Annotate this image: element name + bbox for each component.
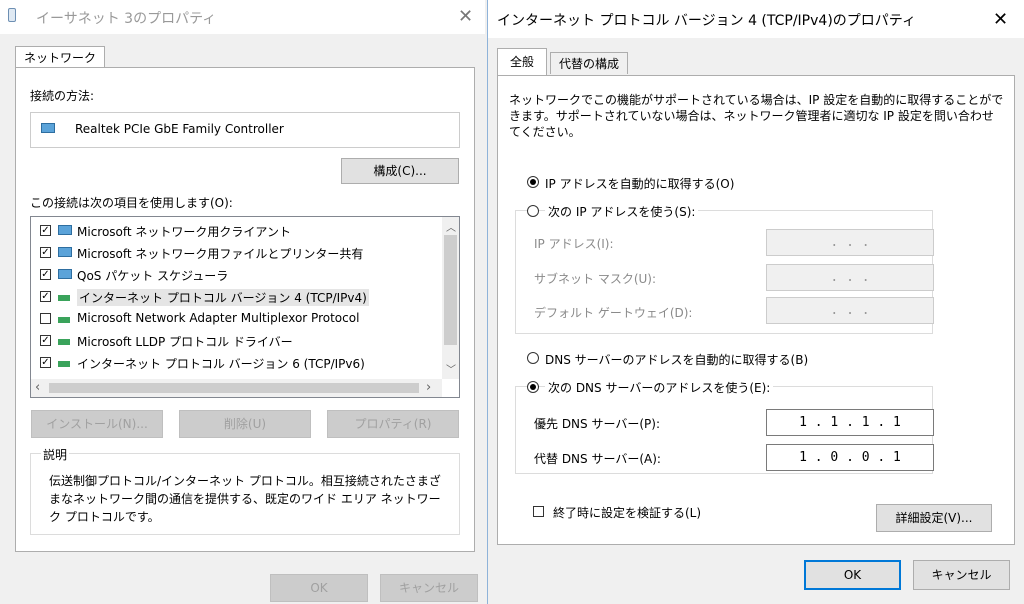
- close-icon[interactable]: ✕: [993, 9, 1008, 30]
- properties-button[interactable]: プロパティ(R): [327, 410, 459, 438]
- network-service-icon: [58, 247, 72, 257]
- configure-button[interactable]: 構成(C)...: [341, 158, 459, 184]
- list-item[interactable]: ✓ Microsoft LLDP プロトコル ドライバー: [31, 331, 436, 351]
- protocol-icon: [58, 339, 70, 345]
- h-scroll-thumb[interactable]: [49, 383, 419, 393]
- auto-dns-label[interactable]: DNS サーバーのアドレスを自動的に取得する(B): [545, 351, 808, 368]
- item-label: Microsoft ネットワーク用クライアント: [77, 225, 291, 239]
- install-button[interactable]: インストール(N)...: [31, 410, 163, 438]
- manual-ip-label[interactable]: 次の IP アドレスを使う(S):: [545, 203, 699, 220]
- protocol-icon: [58, 295, 70, 301]
- tab-alternate-config[interactable]: 代替の構成: [550, 52, 629, 74]
- tab-general[interactable]: 全般: [497, 48, 548, 76]
- description-label: 説明: [41, 446, 70, 463]
- window-title: イーサネット 3のプロパティ: [36, 11, 217, 27]
- list-item[interactable]: ✓ QoS パケット スケジューラ: [31, 265, 436, 285]
- preferred-dns-field[interactable]: 1 . 1 . 1 . 1: [766, 409, 934, 436]
- item-label: インターネット プロトコル バージョン 6 (TCP/IPv6): [77, 357, 365, 371]
- subnet-mask-label: サブネット マスク(U):: [534, 272, 657, 286]
- protocol-icon: [58, 361, 70, 367]
- ip-address-field[interactable]: . . .: [766, 229, 934, 256]
- general-panel: ネットワークでこの機能がサポートされている場合は、IP 設定を自動的に取得するこ…: [497, 75, 1015, 545]
- network-adapter-icon: [41, 123, 55, 133]
- connect-using-label: 接続の方法:: [30, 89, 95, 103]
- validate-label[interactable]: 終了時に設定を検証する(L): [553, 504, 701, 521]
- tab-network[interactable]: ネットワーク: [15, 46, 106, 68]
- item-label: Microsoft LLDP プロトコル ドライバー: [77, 335, 293, 349]
- item-label: Microsoft ネットワーク用ファイルとプリンター共有: [77, 247, 364, 261]
- subnet-mask-field[interactable]: . . .: [766, 264, 934, 291]
- ok-button[interactable]: OK: [270, 574, 368, 602]
- adapter-box: Realtek PCIe GbE Family Controller: [30, 112, 460, 148]
- item-checkbox[interactable]: [40, 313, 51, 324]
- preferred-dns-label: 優先 DNS サーバー(P):: [534, 417, 660, 431]
- item-label: QoS パケット スケジューラ: [77, 269, 229, 283]
- gateway-label: デフォルト ゲートウェイ(D):: [534, 306, 693, 320]
- item-checkbox[interactable]: ✓: [40, 247, 51, 258]
- window-title: インターネット プロトコル バージョン 4 (TCP/IPv4)のプロパティ: [497, 13, 916, 29]
- manual-dns-group: 次の DNS サーバーのアドレスを使う(E): 優先 DNS サーバー(P): …: [515, 379, 934, 474]
- item-label: インターネット プロトコル バージョン 4 (TCP/IPv4): [77, 289, 369, 306]
- ethernet-properties-dialog: イーサネット 3のプロパティ ✕ ネットワーク 接続の方法: Realtek P…: [0, 0, 485, 604]
- list-item[interactable]: Microsoft Network Adapter Multiplexor Pr…: [31, 309, 436, 329]
- vertical-scrollbar[interactable]: ︿ ﹀: [442, 217, 459, 379]
- list-item[interactable]: ✓ インターネット プロトコル バージョン 4 (TCP/IPv4): [31, 287, 436, 307]
- intro-text: ネットワークでこの機能がサポートされている場合は、IP 設定を自動的に取得するこ…: [509, 93, 1004, 139]
- tab-panel: 接続の方法: Realtek PCIe GbE Family Controlle…: [15, 67, 475, 552]
- auto-ip-radio[interactable]: [527, 176, 539, 188]
- scroll-down-icon[interactable]: ﹀: [446, 361, 456, 376]
- item-checkbox[interactable]: ✓: [40, 291, 51, 302]
- scroll-up-icon[interactable]: ︿: [446, 219, 456, 234]
- validate-checkbox[interactable]: [533, 506, 544, 517]
- item-checkbox[interactable]: ✓: [40, 357, 51, 368]
- item-checkbox[interactable]: ✓: [40, 269, 51, 280]
- network-service-icon: [58, 225, 72, 235]
- item-checkbox[interactable]: ✓: [40, 335, 51, 346]
- description-group: 説明 伝送制御プロトコル/インターネット プロトコル。相互接続されたさまざまなネ…: [30, 446, 460, 535]
- manual-ip-group: 次の IP アドレスを使う(S): IP アドレス(I): . . . サブネッ…: [515, 203, 934, 334]
- scroll-left-icon[interactable]: ‹: [35, 380, 40, 395]
- auto-dns-radio[interactable]: [527, 352, 539, 364]
- scroll-right-icon[interactable]: ›: [426, 380, 431, 395]
- ipv4-properties-dialog: インターネット プロトコル バージョン 4 (TCP/IPv4)のプロパティ ✕…: [487, 0, 1024, 604]
- list-item[interactable]: ✓ Microsoft ネットワーク用クライアント: [31, 221, 436, 241]
- manual-dns-label[interactable]: 次の DNS サーバーのアドレスを使う(E):: [545, 379, 774, 396]
- list-item[interactable]: ✓ インターネット プロトコル バージョン 6 (TCP/IPv6): [31, 353, 436, 373]
- protocol-icon: [58, 317, 70, 323]
- advanced-button[interactable]: 詳細設定(V)...: [876, 504, 992, 532]
- scroll-thumb[interactable]: [444, 235, 457, 345]
- title-bar: イーサネット 3のプロパティ ✕: [0, 0, 485, 34]
- description-text: 伝送制御プロトコル/インターネット プロトコル。相互接続されたさまざまなネットワ…: [49, 474, 441, 524]
- uninstall-button[interactable]: 削除(U): [179, 410, 311, 438]
- ip-address-label: IP アドレス(I):: [534, 237, 614, 251]
- cancel-button[interactable]: キャンセル: [380, 574, 478, 602]
- item-label: Microsoft Network Adapter Multiplexor Pr…: [77, 311, 360, 325]
- adapter-name: Realtek PCIe GbE Family Controller: [75, 122, 284, 136]
- items-list: ✓ Microsoft ネットワーク用クライアント ✓ Microsoft ネットワー…: [30, 216, 460, 398]
- items-label: この接続は次の項目を使用します(O):: [30, 196, 233, 210]
- cancel-button[interactable]: キャンセル: [913, 560, 1010, 590]
- alternate-dns-label: 代替 DNS サーバー(A):: [534, 452, 661, 466]
- network-adapter-icon: [8, 8, 16, 22]
- gateway-field[interactable]: . . .: [766, 297, 934, 324]
- list-item[interactable]: ✓ Microsoft ネットワーク用ファイルとプリンター共有: [31, 243, 436, 263]
- manual-dns-radio[interactable]: [527, 381, 539, 393]
- item-checkbox[interactable]: ✓: [40, 225, 51, 236]
- alternate-dns-field[interactable]: 1 . 0 . 0 . 1: [766, 444, 934, 471]
- auto-ip-label[interactable]: IP アドレスを自動的に取得する(O): [545, 175, 734, 192]
- ok-button[interactable]: OK: [804, 560, 901, 590]
- title-bar: インターネット プロトコル バージョン 4 (TCP/IPv4)のプロパティ ✕: [488, 0, 1024, 38]
- close-icon[interactable]: ✕: [458, 6, 473, 27]
- network-service-icon: [58, 269, 72, 279]
- manual-ip-radio[interactable]: [527, 205, 539, 217]
- horizontal-scrollbar[interactable]: ‹ ›: [31, 379, 442, 397]
